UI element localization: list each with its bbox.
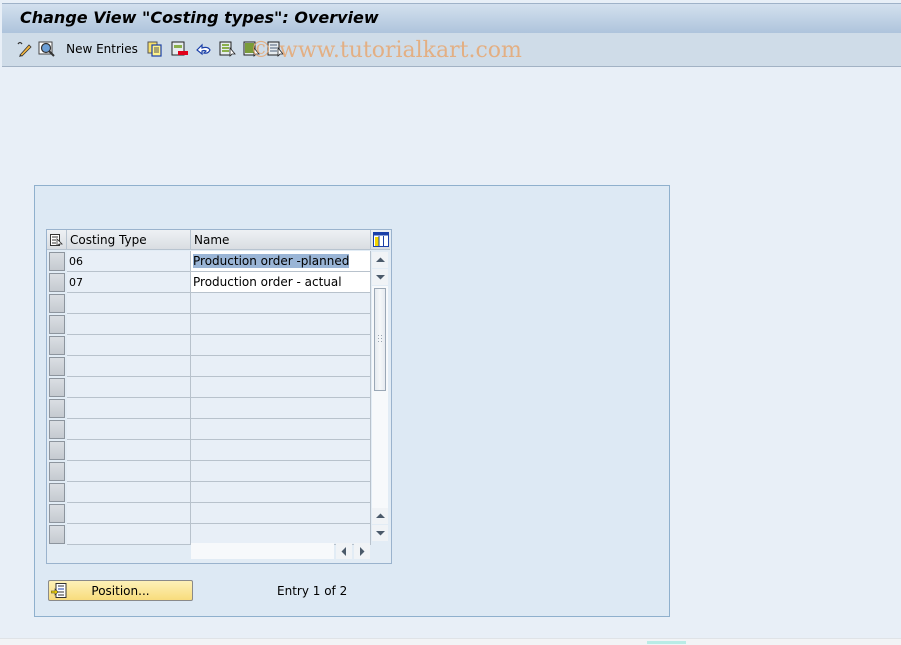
row-selector[interactable] [49,441,65,460]
cell-costing-type[interactable] [67,293,191,314]
undo-change-icon [196,43,211,56]
scroll-down-button[interactable] [372,269,388,285]
cell-name[interactable] [191,482,371,503]
column-header-name[interactable]: Name [191,230,371,250]
find-button[interactable] [38,39,56,59]
row-selector[interactable] [49,462,65,481]
cell-name[interactable] [191,440,371,461]
arrow-left-icon [341,546,346,556]
column-header-costing-type[interactable]: Costing Type [67,230,191,250]
costing-type-value: 06 [69,254,83,268]
row-selector[interactable] [49,420,65,439]
application-toolbar: New Entries [2,33,901,67]
page-up-button[interactable] [372,508,388,524]
cell-name[interactable] [191,314,371,335]
cell-costing-type[interactable] [67,482,191,503]
arrow-up-icon [375,513,385,518]
table-select-icon [50,233,63,246]
column-header-label: Costing Type [70,232,147,247]
row-selector[interactable] [49,483,65,502]
entry-info: Entry 1 of 2 [277,584,348,598]
cell-name[interactable] [191,293,371,314]
undo-change-button[interactable] [194,39,214,59]
select-block-button[interactable] [242,39,262,59]
arrow-down-icon [375,531,385,536]
arrow-down-icon [375,275,385,280]
position-button[interactable]: Position... [48,580,193,601]
position-button-label: Position... [91,583,150,598]
horizontal-scrollbar-track[interactable] [191,543,334,559]
row-selector[interactable] [49,273,65,292]
cell-costing-type[interactable] [67,524,191,545]
select-all-rows-button[interactable] [47,230,67,250]
row-selector[interactable] [49,252,65,271]
cell-name[interactable] [191,335,371,356]
row-selector[interactable] [49,336,65,355]
cell-name[interactable]: Production order -planned [191,251,371,272]
new-entries-button[interactable]: New Entries [66,39,138,59]
grip-icon [378,335,382,342]
costing-type-value: 07 [69,275,83,289]
cell-name[interactable] [191,524,371,545]
column-header-label: Name [194,232,230,247]
select-all-icon [219,41,236,57]
costing-types-table: Costing Type Name 06 Production order -pl… [46,229,392,564]
display-change-icon [17,41,32,57]
name-value: Production order - actual [193,275,342,289]
display-change-button[interactable] [15,39,33,59]
arrow-right-icon [360,546,365,556]
cell-name[interactable] [191,398,371,419]
arrow-up-icon [375,257,385,262]
deselect-all-button[interactable] [266,39,286,59]
page-down-button[interactable] [372,525,388,541]
cell-costing-type[interactable] [67,314,191,335]
scroll-up-button[interactable] [372,252,388,268]
copy-as-button[interactable] [146,39,164,59]
row-selector[interactable] [49,399,65,418]
new-entries-label: New Entries [66,42,138,56]
cell-name[interactable] [191,461,371,482]
cell-costing-type[interactable] [67,377,191,398]
row-selector[interactable] [49,357,65,376]
cell-costing-type[interactable] [67,440,191,461]
cell-name[interactable] [191,377,371,398]
row-selector[interactable] [49,294,65,313]
delete-icon [171,41,188,56]
find-icon [38,41,55,57]
cell-costing-type[interactable]: 06 [67,251,191,272]
cell-name[interactable] [191,503,371,524]
cell-name[interactable] [191,419,371,440]
cell-costing-type[interactable] [67,398,191,419]
cell-costing-type[interactable] [67,419,191,440]
cell-costing-type[interactable] [67,356,191,377]
deselect-all-icon [267,41,284,57]
scroll-right-button[interactable] [354,543,370,559]
table-settings-icon [372,232,389,247]
name-value: Production order -planned [193,254,350,268]
title-bar: Change View "Costing types": Overview [2,3,901,33]
vertical-scrollbar-thumb[interactable] [374,288,386,391]
cell-costing-type[interactable]: 07 [67,272,191,293]
row-selector[interactable] [49,504,65,523]
select-all-button[interactable] [218,39,238,59]
cell-costing-type[interactable] [67,461,191,482]
cell-costing-type[interactable] [67,335,191,356]
page-title: Change View "Costing types": Overview [20,8,379,27]
row-selector[interactable] [49,315,65,334]
cell-name[interactable]: Production order - actual [191,272,371,293]
cell-name[interactable] [191,356,371,377]
row-selector[interactable] [49,378,65,397]
copy-as-icon [147,41,162,57]
row-selector[interactable] [49,525,65,544]
select-block-icon [243,41,260,57]
table-settings-button[interactable] [371,230,390,250]
cell-costing-type[interactable] [67,503,191,524]
delete-button[interactable] [170,39,190,59]
scroll-left-button[interactable] [336,543,352,559]
